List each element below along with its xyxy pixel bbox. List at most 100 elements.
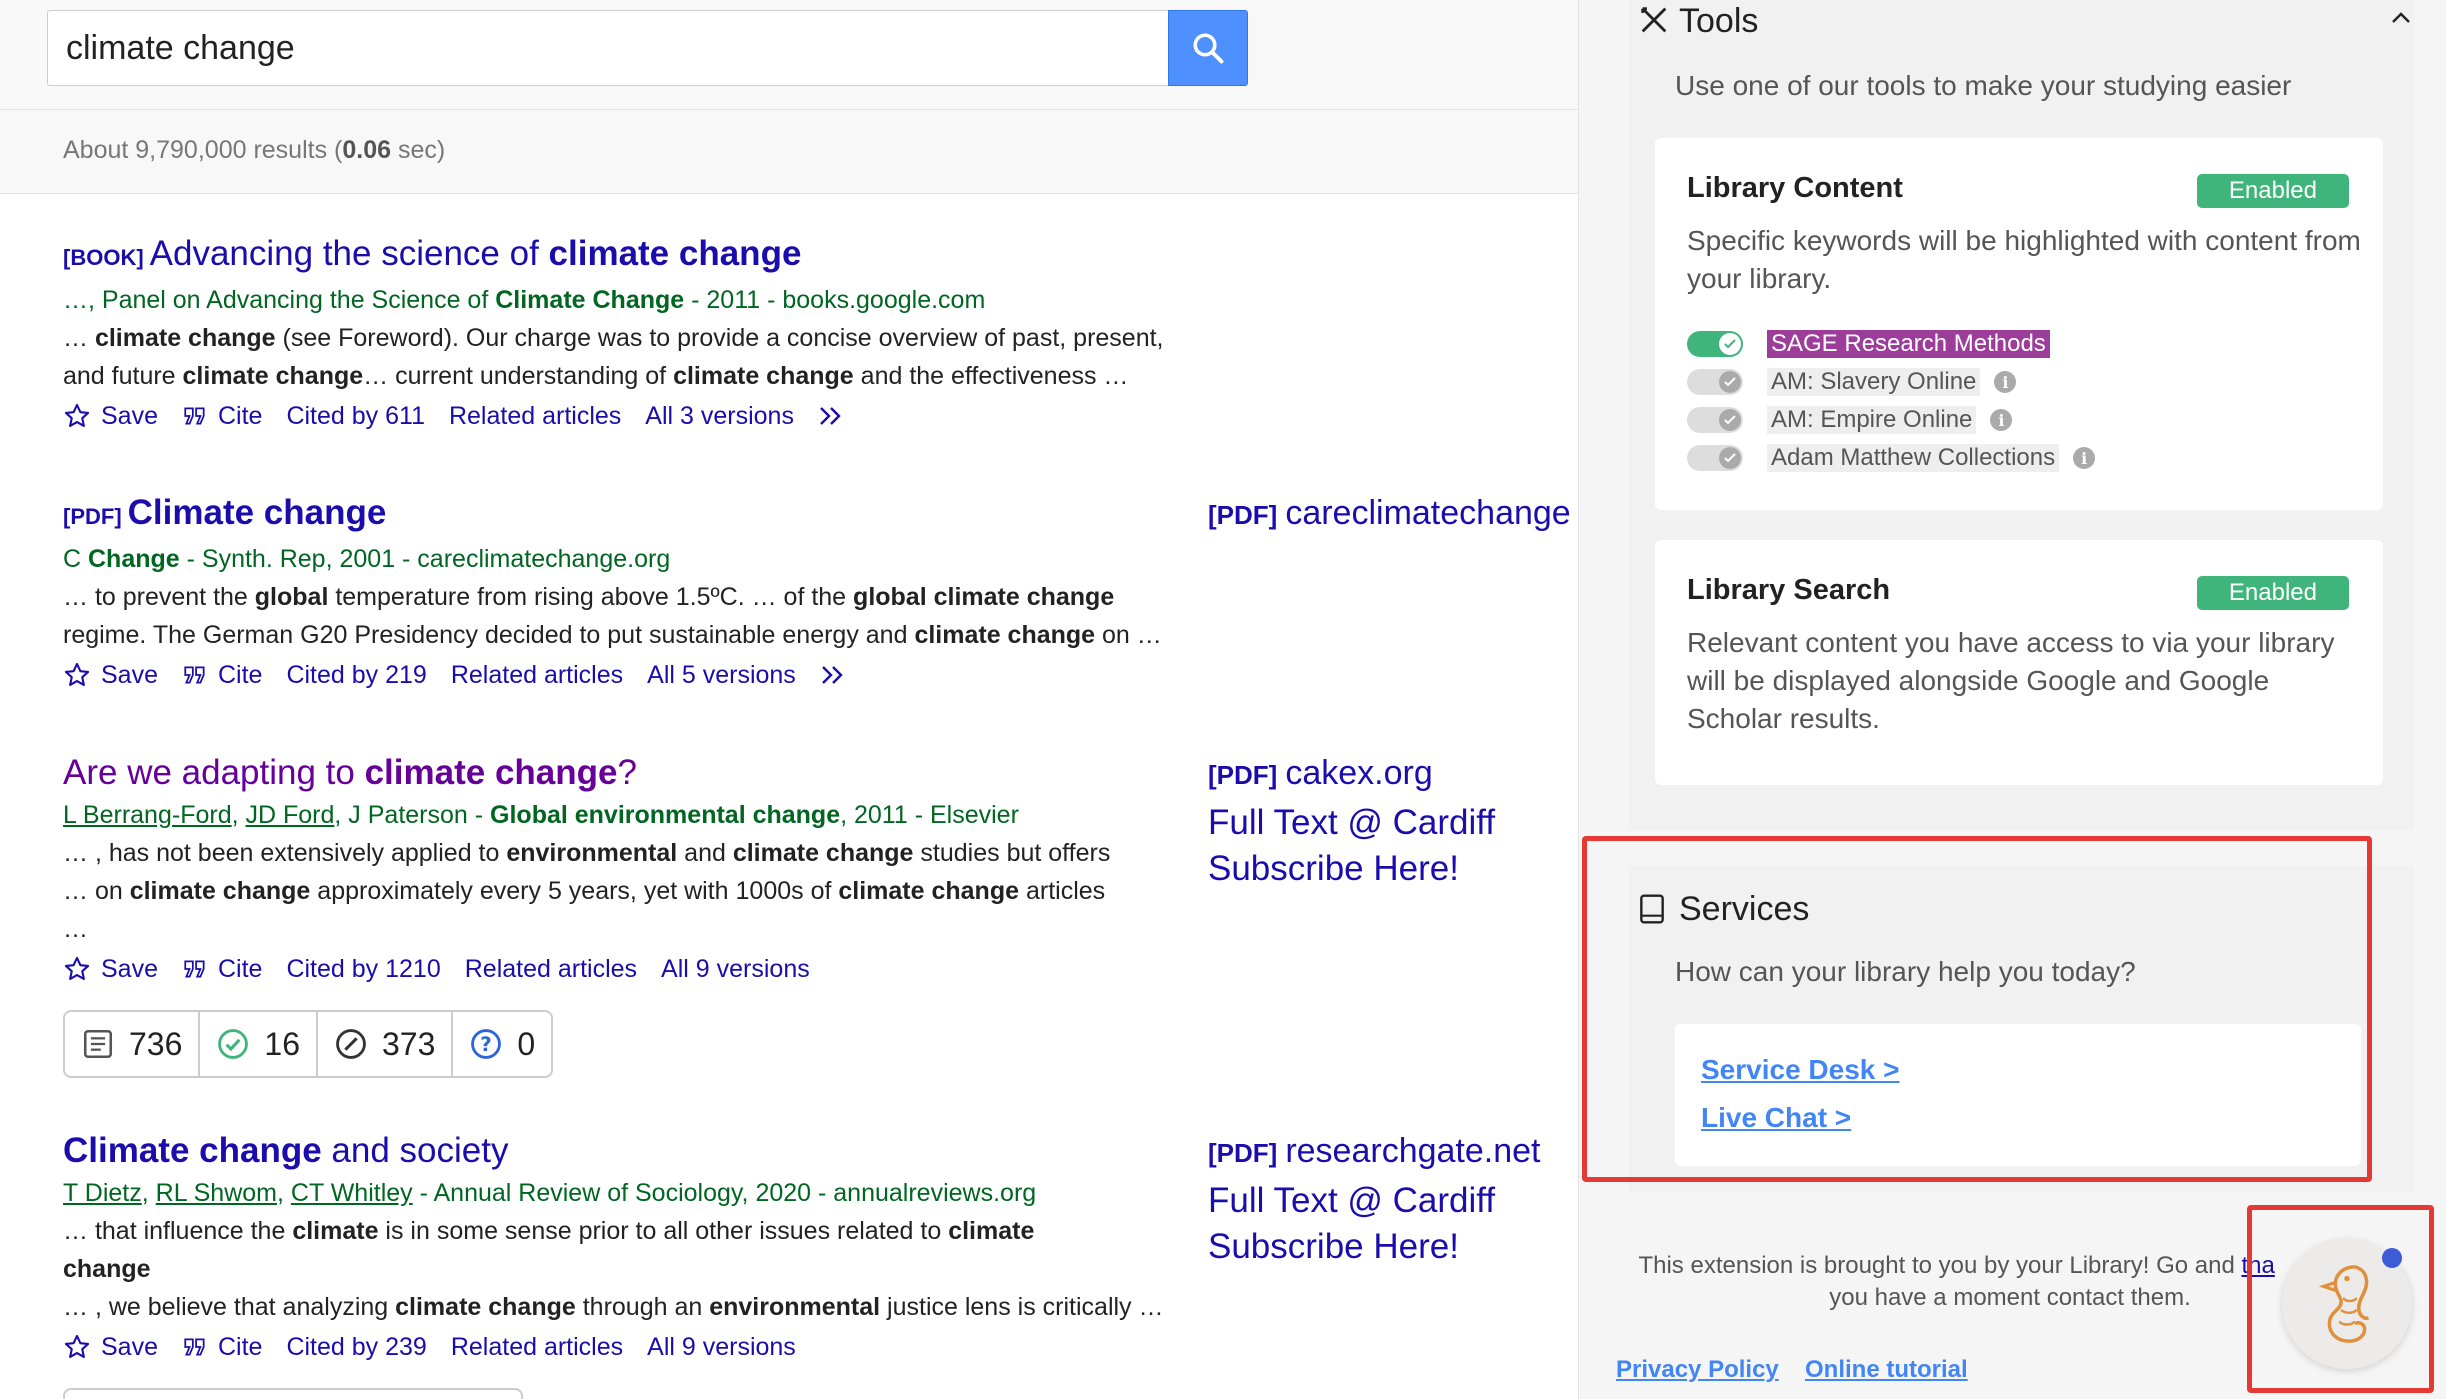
check-icon — [1724, 377, 1736, 387]
subscribe-link[interactable]: Subscribe Here! — [1208, 846, 1459, 892]
versions-link[interactable]: All 9 versions — [647, 1326, 796, 1368]
search-header — [0, 0, 1578, 110]
collection-toggle[interactable] — [1687, 369, 1743, 395]
question-circle-icon: ? — [471, 1029, 502, 1059]
metric-supporting[interactable]: 16 — [200, 1012, 318, 1076]
collection-row: Adam Matthew Collections i — [1687, 444, 2096, 472]
result-title[interactable]: [PDF] Climate change — [63, 490, 1213, 540]
author-link[interactable]: L Berrang-Ford — [63, 801, 232, 829]
library-link[interactable]: tha — [2241, 1252, 2274, 1279]
check-circle-icon — [218, 1029, 249, 1059]
result-stats: About 9,790,000 results (0.06 sec) — [0, 110, 1578, 194]
cite-link[interactable]: Cite — [182, 395, 262, 437]
save-link[interactable]: Save — [63, 395, 158, 437]
related-articles-link[interactable]: Related articles — [449, 395, 621, 437]
metric-mentioning[interactable]: 373 — [318, 1012, 454, 1076]
collection-toggle[interactable] — [1687, 445, 1743, 471]
versions-link[interactable]: All 3 versions — [645, 395, 794, 437]
result-title[interactable]: [BOOK] Advancing the science of climate c… — [63, 231, 1213, 281]
star-icon — [64, 956, 90, 980]
citation-metrics[interactable]: 736 16 373 ? 0 — [63, 1010, 554, 1078]
result-meta: C Change - Synth. Rep, 2001 - careclimat… — [63, 545, 671, 573]
more-icon[interactable] — [818, 404, 860, 428]
side-pdf-link[interactable]: [PDF] careclimatechange — [1208, 494, 1571, 533]
collection-row: AM: Slavery Online i — [1687, 368, 2017, 396]
result-snippet: … climate change (see Foreword). Our cha… — [63, 324, 1164, 390]
service-desk-link[interactable]: Service Desk > — [1701, 1054, 1900, 1086]
chevron-up-icon[interactable] — [2389, 8, 2413, 28]
library-content-desc: Specific keywords will be highlighted wi… — [1687, 225, 2361, 294]
notification-dot — [2382, 1248, 2402, 1268]
quote-icon — [184, 407, 205, 425]
side-pdf-link[interactable]: [PDF] researchgate.net — [1208, 1132, 1541, 1171]
result-title[interactable]: Climate change and society — [63, 1128, 1213, 1174]
save-link[interactable]: Save — [63, 1326, 158, 1368]
services-header[interactable]: Services — [1637, 890, 1809, 929]
collection-label: Adam Matthew Collections — [1767, 444, 2060, 472]
live-chat-link[interactable]: Live Chat > — [1701, 1102, 1851, 1134]
full-text-link[interactable]: Full Text @ Cardiff — [1208, 1178, 1495, 1224]
check-icon — [1724, 453, 1736, 463]
author-link[interactable]: CT Whitley — [291, 1179, 413, 1207]
full-text-link[interactable]: Full Text @ Cardiff — [1208, 800, 1495, 846]
star-icon — [64, 403, 90, 427]
result-meta: …, Panel on Advancing the Science of Cli… — [63, 286, 986, 314]
versions-link[interactable]: All 9 versions — [661, 948, 810, 990]
search-result: [PDF] Climate change C Change - Synth. Re… — [63, 490, 1213, 696]
related-articles-link[interactable]: Related articles — [451, 654, 623, 696]
metric-contrasting[interactable]: ? 0 — [453, 1012, 551, 1076]
save-link[interactable]: Save — [63, 654, 158, 696]
info-icon[interactable]: i — [2073, 447, 2096, 469]
cite-link[interactable]: Cite — [182, 654, 262, 696]
result-snippet: … , has not been extensively applied to … — [63, 839, 1111, 943]
save-link[interactable]: Save — [63, 948, 158, 990]
result-actions: Save Cite Cited by 611 Related articles … — [63, 395, 1213, 437]
cited-by-link[interactable]: Cited by 611 — [286, 395, 425, 437]
result-snippet: … to prevent the global temperature from… — [63, 583, 1162, 649]
author-link[interactable]: JD Ford — [246, 801, 335, 829]
privacy-policy-link[interactable]: Privacy Policy — [1616, 1356, 1779, 1384]
author-link[interactable]: T Dietz — [63, 1179, 142, 1207]
collection-toggle[interactable] — [1687, 407, 1743, 433]
services-card: Service Desk > Live Chat > — [1675, 1024, 2361, 1166]
search-button[interactable] — [1168, 10, 1248, 86]
cited-by-link[interactable]: Cited by 219 — [286, 654, 426, 696]
metric-total[interactable]: 736 — [65, 1012, 201, 1076]
related-articles-link[interactable]: Related articles — [451, 1326, 623, 1368]
library-content-card: Library Content Enabled Specific keyword… — [1655, 138, 2383, 510]
result-title[interactable]: Are we adapting to climate change? — [63, 750, 1213, 796]
more-icon[interactable] — [820, 663, 862, 687]
search-input[interactable] — [47, 10, 1168, 86]
document-icon — [83, 1029, 113, 1059]
library-search-desc: Relevant content you have access to via … — [1687, 627, 2335, 734]
tools-header[interactable]: Tools — [1637, 2, 1758, 41]
check-icon — [1724, 339, 1736, 349]
collection-row: SAGE Research Methods — [1687, 330, 2050, 358]
subscribe-link[interactable]: Subscribe Here! — [1208, 1224, 1459, 1270]
related-articles-link[interactable]: Related articles — [465, 948, 637, 990]
author-link[interactable]: RL Shwom — [156, 1179, 277, 1207]
search-result: [BOOK] Advancing the science of climate c… — [63, 231, 1213, 437]
library-content-title: Library Content — [1687, 172, 1903, 204]
info-icon[interactable]: i — [1990, 409, 2013, 431]
quote-icon — [184, 666, 205, 684]
status-badge[interactable]: Enabled — [2196, 174, 2349, 208]
side-pdf-link[interactable]: [PDF] cakex.org — [1208, 754, 1433, 793]
status-badge[interactable]: Enabled — [2196, 576, 2349, 610]
online-tutorial-link[interactable]: Online tutorial — [1805, 1356, 1968, 1384]
result-actions: Save Cite Cited by 1210 Related articles… — [63, 948, 1213, 990]
library-search-title: Library Search — [1687, 574, 1891, 606]
slash-circle-icon — [336, 1029, 366, 1059]
metrics-box-partial — [63, 1388, 523, 1399]
svg-text:?: ? — [481, 1033, 493, 1056]
cited-by-link[interactable]: Cited by 1210 — [286, 948, 440, 990]
versions-link[interactable]: All 5 versions — [647, 654, 796, 696]
collection-toggle[interactable] — [1687, 331, 1743, 357]
cite-link[interactable]: Cite — [182, 1326, 262, 1368]
search-result: Climate change and society T Dietz, RL S… — [63, 1128, 1213, 1368]
cited-by-link[interactable]: Cited by 239 — [286, 1326, 426, 1368]
result-meta: T Dietz, RL Shwom, CT Whitley - Annual R… — [63, 1179, 1037, 1207]
cite-link[interactable]: Cite — [182, 948, 262, 990]
info-icon[interactable]: i — [1994, 371, 2017, 393]
result-meta: L Berrang-Ford, JD Ford, J Paterson - Gl… — [63, 801, 1019, 829]
